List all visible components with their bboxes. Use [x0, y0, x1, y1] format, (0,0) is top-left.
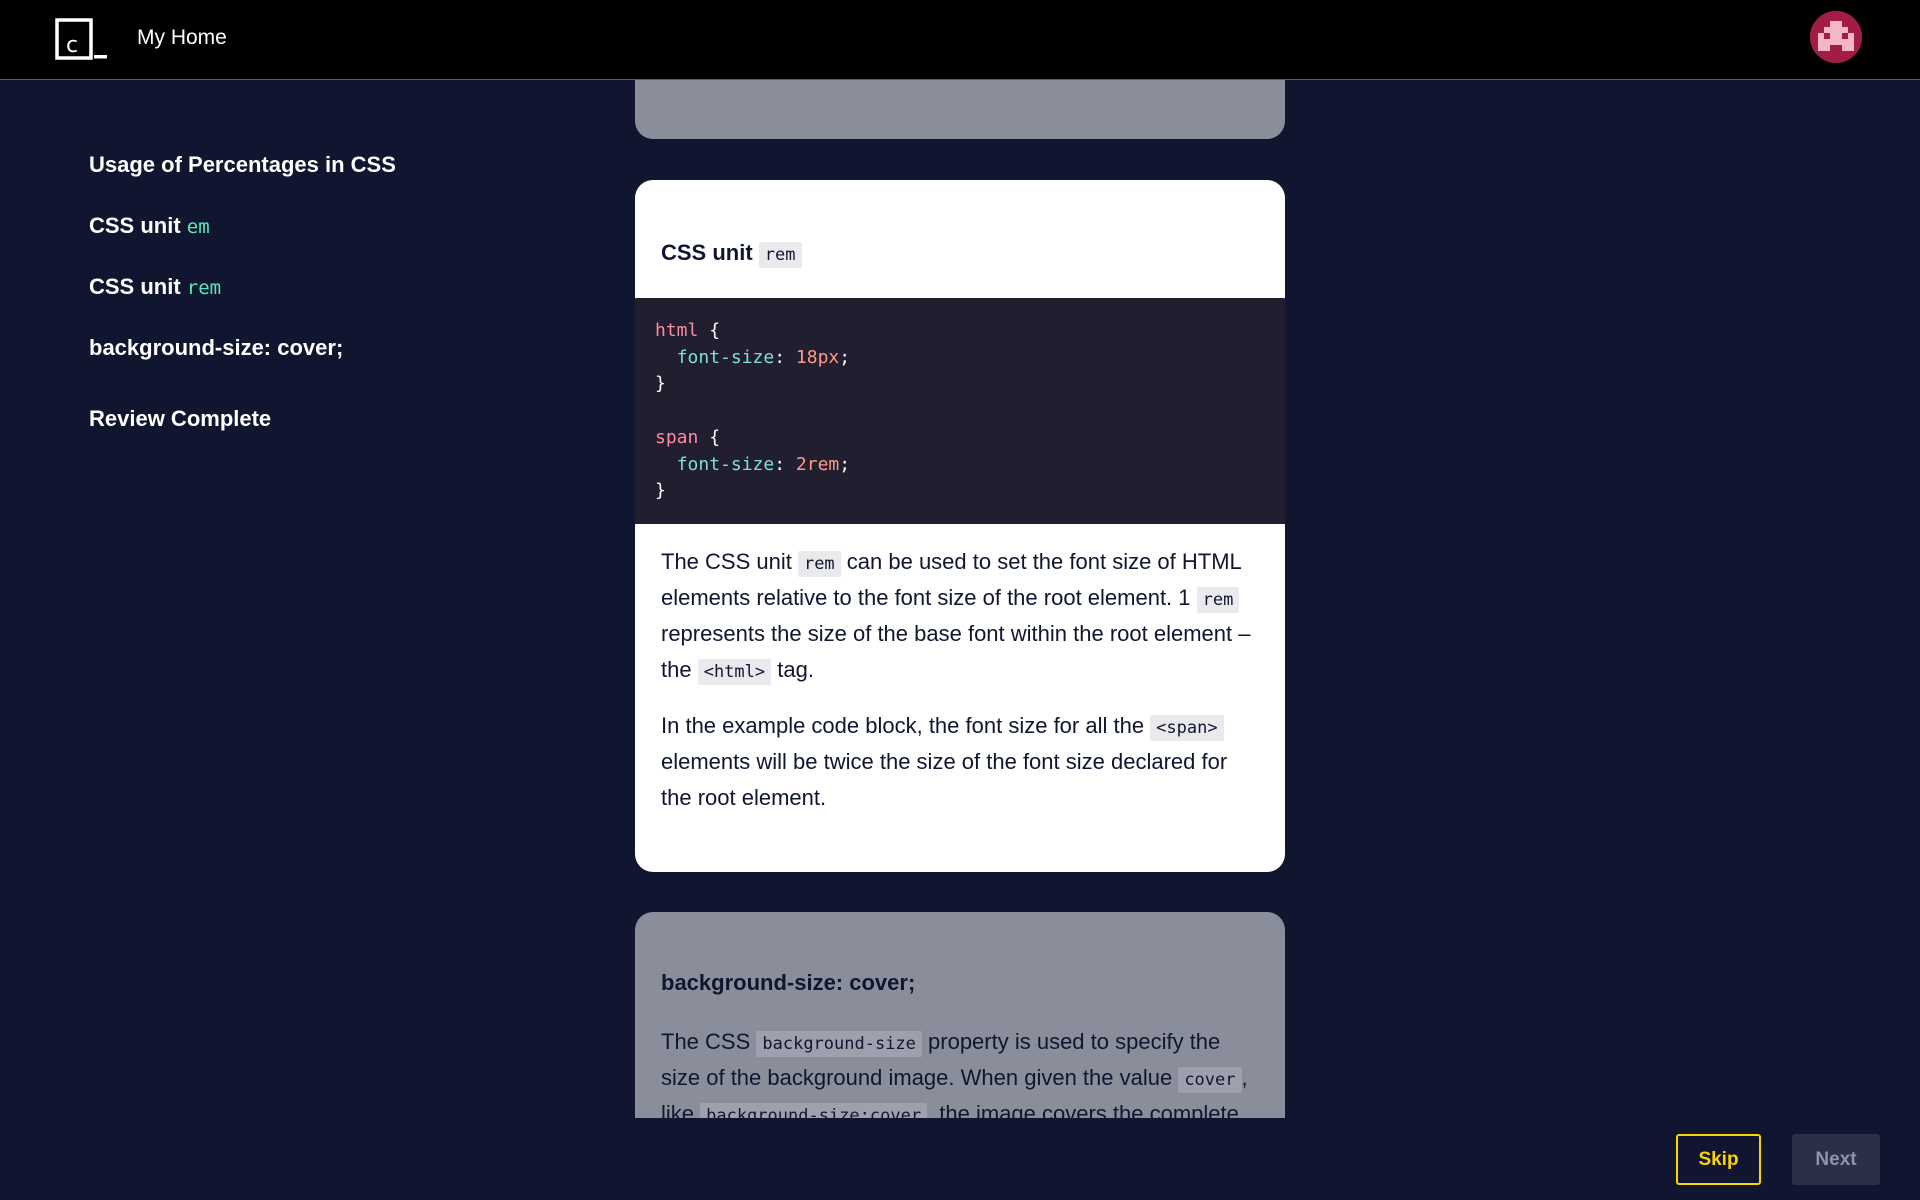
code-value: 2rem	[795, 453, 840, 475]
card-paragraph: The CSS unit rem can be used to set the …	[661, 544, 1259, 688]
sidebar-item-em[interactable]: CSS unit em	[89, 213, 569, 244]
next-button[interactable]: Next	[1792, 1134, 1880, 1185]
inline-code: background-size:cover	[700, 1103, 928, 1118]
text-run: tag.	[771, 657, 814, 682]
code-block: html { font-size: 18px; } span { font-si…	[635, 298, 1285, 524]
next-card: background-size: cover; The CSS backgrou…	[635, 912, 1285, 1118]
card-title-code: rem	[758, 242, 802, 268]
card-paragraph: In the example code block, the font size…	[661, 708, 1259, 816]
sidebar-item-background-size[interactable]: background-size: cover;	[89, 335, 569, 366]
skip-button[interactable]: Skip	[1676, 1134, 1761, 1185]
avatar-pixel-icon	[1810, 11, 1862, 63]
text-run: The CSS unit	[661, 549, 798, 574]
sidebar-item-label: CSS unit	[89, 274, 187, 299]
code-property: font-size	[676, 453, 775, 475]
my-home-link[interactable]: My Home	[137, 26, 227, 50]
inline-code: <span>	[1150, 715, 1224, 741]
sidebar-item-percentages[interactable]: Usage of Percentages in CSS	[89, 152, 569, 183]
text-run: In the example code block, the font size…	[661, 713, 1151, 738]
card-paragraph: The CSS background-size property is used…	[661, 1024, 1259, 1118]
code-brace: {	[698, 426, 721, 448]
text-run: elements will be twice the size of the f…	[661, 749, 1228, 810]
inline-code: rem	[797, 551, 841, 577]
inline-code: rem	[1196, 587, 1240, 613]
code-value: 18px	[795, 346, 840, 368]
text-run: The CSS	[661, 1029, 757, 1054]
user-avatar[interactable]	[1810, 11, 1862, 63]
code-selector: html	[655, 320, 699, 341]
code-brace: }	[655, 480, 666, 502]
text-run: , the image covers the complete	[927, 1101, 1239, 1118]
code-property: font-size	[676, 346, 775, 368]
top-navigation-bar: c My Home	[0, 0, 1920, 80]
code-brace: }	[655, 373, 666, 395]
card-title: background-size: cover;	[661, 970, 916, 995]
sidebar-item-review-complete[interactable]: Review Complete	[89, 406, 569, 437]
inline-code: <html>	[697, 659, 772, 685]
lesson-sidebar: Usage of Percentages in CSS CSS unit em …	[89, 152, 569, 467]
code-brace: {	[698, 320, 721, 341]
sidebar-item-rem[interactable]: CSS unit rem	[89, 274, 569, 305]
card-title-text: CSS unit	[661, 240, 759, 265]
sidebar-item-label: Usage of Percentages in CSS	[89, 152, 396, 177]
card-title: CSS unit rem	[635, 180, 1285, 298]
sidebar-item-label: Review Complete	[89, 406, 272, 431]
sidebar-item-code: rem	[186, 277, 222, 299]
code-selector: span	[655, 426, 699, 448]
svg-text:c: c	[66, 33, 78, 58]
sidebar-item-label: CSS unit	[89, 213, 187, 238]
card-body: The CSS unit rem can be used to set the …	[635, 524, 1285, 816]
card-body: The CSS background-size property is used…	[635, 996, 1285, 1118]
sidebar-item-label: background-size: cover;	[89, 335, 344, 360]
inline-code: background-size	[756, 1031, 922, 1057]
codecademy-logo[interactable]: c	[55, 18, 109, 62]
sidebar-item-code: em	[186, 216, 210, 238]
inline-code: cover	[1178, 1067, 1242, 1093]
current-card: CSS unit rem html { font-size: 18px; } s…	[635, 180, 1285, 872]
